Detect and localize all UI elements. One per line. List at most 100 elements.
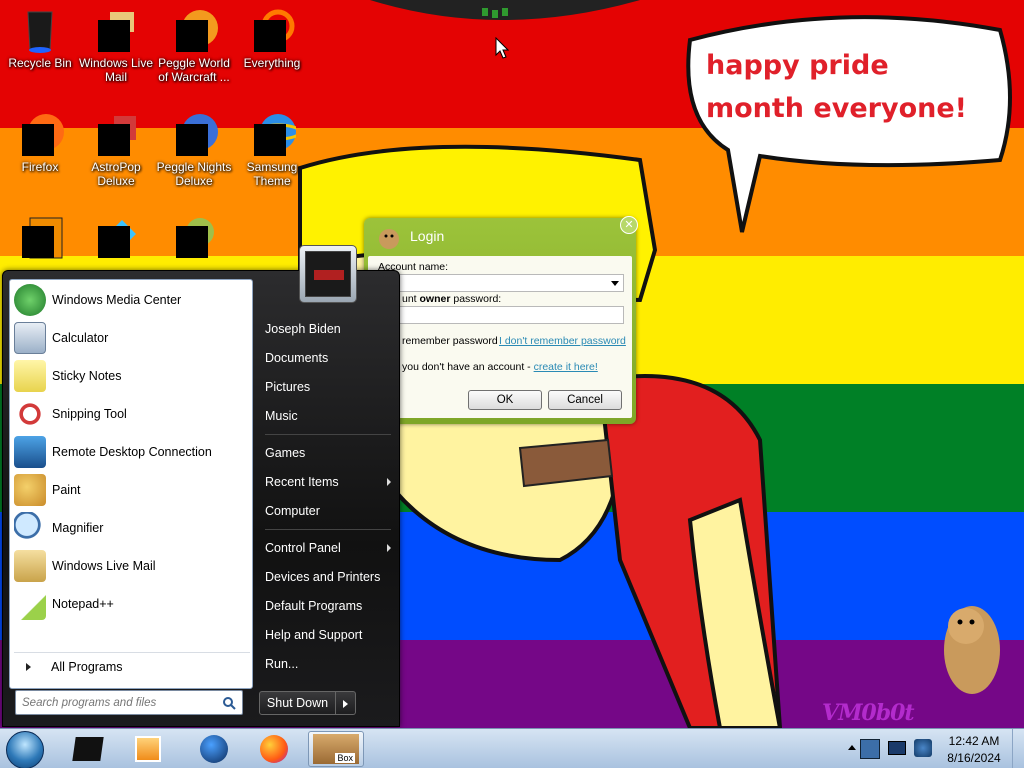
chevron-right-icon bbox=[26, 662, 31, 671]
search-icon bbox=[222, 696, 236, 710]
desktop-icon-label: Firefox bbox=[21, 160, 59, 174]
start-right-pictures[interactable]: Pictures bbox=[259, 373, 395, 400]
desktop-icon-astropop[interactable]: AstroPop Deluxe bbox=[76, 110, 156, 188]
desktop-icon-recycle-bin[interactable]: Recycle Bin bbox=[0, 6, 80, 70]
desktop-icon-partial[interactable] bbox=[0, 212, 80, 262]
firefox-icon bbox=[16, 110, 64, 158]
desktop-icon-everything[interactable]: Everything bbox=[232, 6, 312, 70]
cancel-button[interactable]: Cancel bbox=[548, 390, 622, 410]
start-orb-button[interactable] bbox=[6, 731, 44, 768]
app-icon bbox=[16, 212, 64, 260]
black-box-icon bbox=[72, 737, 104, 761]
clock-time: 12:42 AM bbox=[948, 734, 1000, 748]
peggle-nights-icon bbox=[170, 110, 218, 158]
no-account-text: you don't have an account - create it he… bbox=[402, 361, 598, 373]
start-right-default-programs[interactable]: Default Programs bbox=[259, 592, 395, 619]
calculator-icon bbox=[14, 322, 46, 354]
taskbar-app-media-player[interactable] bbox=[120, 731, 176, 767]
desktop-icon-label: Recycle Bin bbox=[8, 56, 72, 70]
close-icon[interactable]: ✕ bbox=[620, 216, 638, 234]
paint-icon bbox=[14, 474, 46, 506]
remember-password-checkbox[interactable]: remember password bbox=[402, 335, 498, 347]
menu-separator bbox=[265, 434, 391, 435]
start-search-box[interactable] bbox=[15, 690, 243, 715]
menu-separator bbox=[265, 529, 391, 530]
program-sticky-notes[interactable]: Sticky Notes bbox=[14, 358, 250, 394]
app-icon bbox=[92, 212, 140, 260]
program-magnifier[interactable]: Magnifier bbox=[14, 510, 250, 546]
start-right-control-panel[interactable]: Control Panel bbox=[259, 534, 395, 561]
everything-search-icon bbox=[248, 6, 296, 54]
taskbar-app-firefox[interactable] bbox=[246, 731, 302, 767]
start-right-user[interactable]: Joseph Biden bbox=[259, 315, 395, 342]
chevron-up-icon[interactable] bbox=[848, 745, 856, 750]
login-title: Login bbox=[410, 228, 445, 244]
start-right-recent-items[interactable]: Recent Items bbox=[259, 468, 395, 495]
start-right-documents[interactable]: Documents bbox=[259, 344, 395, 371]
program-windows-media-center[interactable]: Windows Media Center bbox=[14, 282, 250, 318]
shut-down-button[interactable]: Shut Down bbox=[259, 691, 336, 715]
magnifier-icon bbox=[14, 512, 46, 544]
avatar[interactable] bbox=[299, 245, 357, 303]
program-remote-desktop[interactable]: Remote Desktop Connection bbox=[14, 434, 250, 470]
taskbar: Box 12:42 AM 8/16/2024 bbox=[0, 728, 1024, 768]
start-right-computer[interactable]: Computer bbox=[259, 497, 395, 524]
password-label: unt owner password: bbox=[402, 293, 502, 305]
start-right-help-support[interactable]: Help and Support bbox=[259, 621, 395, 648]
media-center-icon bbox=[14, 284, 46, 316]
create-account-link[interactable]: create it here! bbox=[534, 361, 598, 373]
media-player-icon bbox=[135, 736, 161, 762]
start-menu: Windows Media Center Calculator Sticky N… bbox=[2, 245, 400, 727]
start-right-run[interactable]: Run... bbox=[259, 650, 395, 677]
program-windows-live-mail[interactable]: Windows Live Mail bbox=[14, 548, 250, 584]
password-field[interactable] bbox=[376, 306, 624, 324]
desktop-icon-label: Windows Live Mail bbox=[78, 56, 154, 84]
program-snipping-tool[interactable]: Snipping Tool bbox=[14, 396, 250, 432]
desktop-icon-firefox[interactable]: Firefox bbox=[0, 110, 80, 174]
chevron-down-icon bbox=[611, 281, 619, 286]
desktop-icon-peggle-nights[interactable]: Peggle Nights Deluxe bbox=[154, 110, 234, 188]
search-input[interactable] bbox=[16, 696, 222, 709]
program-notepad-plus-plus[interactable]: Notepad++ bbox=[14, 586, 250, 622]
monitor-icon[interactable] bbox=[888, 741, 906, 755]
active-app-label: Box bbox=[335, 753, 355, 763]
desktop-icon-samsung-theme[interactable]: Samsung Theme bbox=[232, 110, 312, 188]
volume-icon[interactable] bbox=[914, 739, 932, 757]
desktop-icon-partial[interactable] bbox=[154, 212, 234, 262]
clock-date: 8/16/2024 bbox=[947, 751, 1001, 765]
desktop-icon-label: Peggle World of Warcraft ... bbox=[158, 56, 230, 84]
start-right-games[interactable]: Games bbox=[259, 439, 395, 466]
start-menu-programs-pane: Windows Media Center Calculator Sticky N… bbox=[9, 279, 253, 689]
shutdown-options-button[interactable] bbox=[336, 691, 356, 715]
desktop-icon-label: Samsung Theme bbox=[246, 160, 298, 188]
start-right-music[interactable]: Music bbox=[259, 402, 395, 429]
astropop-icon bbox=[92, 110, 140, 158]
app-icon bbox=[170, 212, 218, 260]
all-programs-button[interactable]: All Programs bbox=[14, 652, 250, 676]
login-dialog: Login ✕ Account name: unt owner password… bbox=[364, 216, 638, 424]
desktop-icon-peggle-wow[interactable]: Peggle World of Warcraft ... bbox=[154, 6, 234, 84]
system-tray bbox=[846, 729, 938, 768]
mouse-cursor-icon bbox=[495, 37, 509, 59]
taskbar-app-globe[interactable] bbox=[186, 731, 242, 767]
taskbar-clock[interactable]: 12:42 AM 8/16/2024 bbox=[938, 729, 1010, 768]
chevron-right-icon bbox=[387, 477, 391, 486]
account-name-select[interactable] bbox=[376, 274, 624, 292]
globe-icon bbox=[200, 735, 228, 763]
watermark-text: VM0b0t bbox=[822, 700, 915, 726]
taskbar-app-active[interactable]: Box bbox=[308, 731, 364, 767]
ie-icon bbox=[248, 110, 302, 158]
hamster-icon: Box bbox=[313, 734, 359, 764]
program-paint[interactable]: Paint bbox=[14, 472, 250, 508]
show-desktop-button[interactable] bbox=[1012, 729, 1024, 768]
ok-button[interactable]: OK bbox=[468, 390, 542, 410]
taskbar-app-box[interactable] bbox=[60, 731, 116, 767]
network-icon[interactable] bbox=[860, 739, 880, 759]
desktop-icon-partial[interactable] bbox=[76, 212, 156, 262]
sticky-notes-icon bbox=[14, 360, 46, 392]
desktop-icon-label: Everything bbox=[243, 56, 301, 70]
start-right-devices-printers[interactable]: Devices and Printers bbox=[259, 563, 395, 590]
program-calculator[interactable]: Calculator bbox=[14, 320, 250, 356]
forgot-password-link[interactable]: I don't remember password bbox=[499, 335, 626, 347]
desktop-icon-windows-live-mail[interactable]: Windows Live Mail bbox=[76, 6, 156, 84]
